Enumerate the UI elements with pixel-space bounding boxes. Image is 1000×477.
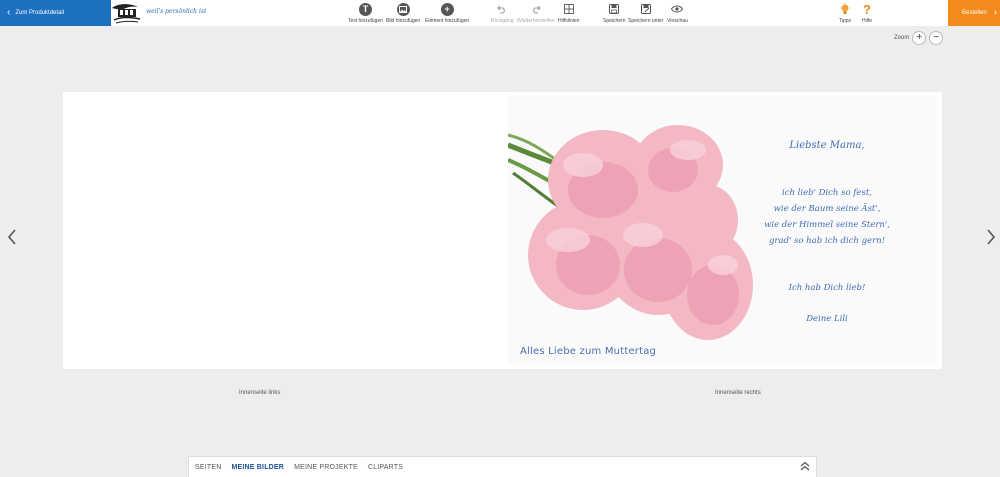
undo-icon (495, 2, 509, 16)
zoom-out-button[interactable]: − (929, 31, 944, 45)
tool-label: Speichern unter (628, 18, 664, 24)
greeting-text[interactable]: Liebste Mama, ich lieb' Dich so fest, wi… (508, 95, 937, 365)
image-icon (396, 2, 410, 16)
brand-slogan: weil's persönlich ist (146, 8, 207, 15)
tool-label: Vorschau (667, 18, 688, 24)
tab-pages[interactable]: SEITEN (195, 464, 221, 471)
zoom-label: Zoom (894, 35, 910, 41)
greeting-line: grad' so hab ich dich gern! (768, 236, 886, 246)
greeting-line: Liebste Mama, (789, 140, 865, 151)
card-caption[interactable]: Alles Liebe zum Muttertag (520, 346, 656, 357)
tool-label: Speichern (603, 18, 626, 24)
save-as-icon (639, 2, 653, 16)
back-label: Zum Produktdetail (15, 10, 65, 16)
next-page-arrow-icon[interactable] (986, 229, 996, 248)
help-button[interactable]: ? Hilfe (860, 1, 874, 25)
card-canvas[interactable]: Liebste Mama, ich lieb' Dich so fest, wi… (63, 92, 942, 369)
zoom-control: Zoom + − (894, 31, 944, 45)
tool-label: Wiederherstellen (517, 18, 555, 24)
brand-logo[interactable] (108, 1, 144, 25)
top-toolbar: ‹ Zum Produktdetail weil's persönlich is… (0, 0, 1000, 26)
zoom-in-button[interactable]: + (912, 31, 927, 45)
guides-button[interactable]: Hilfslinien (558, 2, 579, 24)
add-element-button[interactable]: + Element hinzufügen (425, 2, 469, 24)
chevron-left-icon: ‹ (7, 7, 11, 18)
plus-icon: + (440, 2, 454, 16)
order-button[interactable]: Bestellen › (948, 0, 1000, 26)
question-mark-icon: ? (863, 1, 871, 17)
add-image-button[interactable]: Bild hinzufügen (386, 2, 420, 24)
chevron-right-icon: › (993, 7, 998, 18)
tool-label: Hilfslinien (558, 18, 580, 24)
redo-button[interactable]: Wiederherstellen (517, 2, 555, 24)
tab-my-images[interactable]: MEINE BILDER (231, 464, 284, 471)
tool-label: Text hinzufügen (348, 18, 384, 24)
undo-button[interactable]: Rückgäng (491, 2, 514, 24)
text-icon: T (359, 2, 373, 16)
bottom-panel-tabs: SEITEN MEINE BILDER MEINE PROJEKTE CLIPA… (188, 456, 817, 477)
tool-label: Bild hinzufügen (386, 18, 421, 24)
eye-icon (670, 2, 684, 16)
greeting-line: Ich hab Dich lieb! (788, 283, 866, 293)
tab-my-projects[interactable]: MEINE PROJEKTE (294, 464, 358, 471)
tab-cliparts[interactable]: CLIPARTS (368, 464, 403, 471)
greeting-line: Deine Lili (806, 314, 848, 324)
tool-label: Hilfe (861, 18, 872, 24)
page-label-right: Innenseite rechts (715, 390, 761, 396)
tool-label: Element hinzufügen (425, 18, 470, 24)
tool-label: Tipps (838, 18, 852, 24)
tool-label: Rückgäng (491, 18, 514, 24)
order-label: Bestellen (962, 10, 987, 16)
greeting-line: wie der Himmel seine Stern', (764, 220, 890, 230)
page-label-left: Innenseite links (239, 390, 281, 396)
back-to-product-button[interactable]: ‹ Zum Produktdetail (0, 0, 111, 26)
greeting-line: wie der Baum seine Äst', (773, 204, 881, 214)
double-chevron-up-icon[interactable] (800, 461, 810, 474)
previous-page-arrow-icon[interactable] (7, 229, 17, 248)
save-button[interactable]: Speichern (603, 2, 626, 24)
save-as-button[interactable]: Speichern unter (628, 2, 663, 24)
redo-icon (529, 2, 543, 16)
preview-button[interactable]: Vorschau (667, 2, 688, 24)
save-icon (607, 2, 621, 16)
tips-button[interactable]: Tipps (838, 2, 852, 24)
greeting-line: ich lieb' Dich so fest, (782, 188, 872, 198)
lightbulb-icon (838, 2, 852, 16)
grid-icon (562, 2, 576, 16)
add-text-button[interactable]: T Text hinzufügen (348, 2, 383, 24)
